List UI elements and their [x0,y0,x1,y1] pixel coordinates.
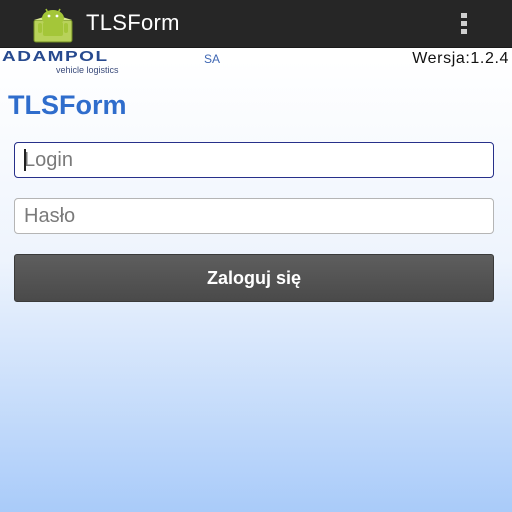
action-bar: TLSForm [0,0,512,48]
login-button[interactable]: Zaloguj się [14,254,494,302]
android-robot-icon[interactable] [30,4,76,44]
app-title: TLSForm [86,10,180,35]
version-label: Wersja:1.2.4 [412,50,509,67]
logo-suffix: SA [204,52,221,66]
logo-tagline: vehicle logistics [56,65,119,75]
text-cursor [24,149,26,171]
logo-name: ADAMPOL [2,48,109,65]
password-input[interactable] [14,198,494,234]
overflow-menu-icon[interactable] [456,13,472,35]
screen: TLSForm ADAMPOL SA vehicle logistics Wer… [0,0,512,512]
page-title: TLSForm [8,90,127,120]
login-input[interactable] [14,142,494,178]
company-logo: ADAMPOL SA vehicle logistics [2,48,232,78]
